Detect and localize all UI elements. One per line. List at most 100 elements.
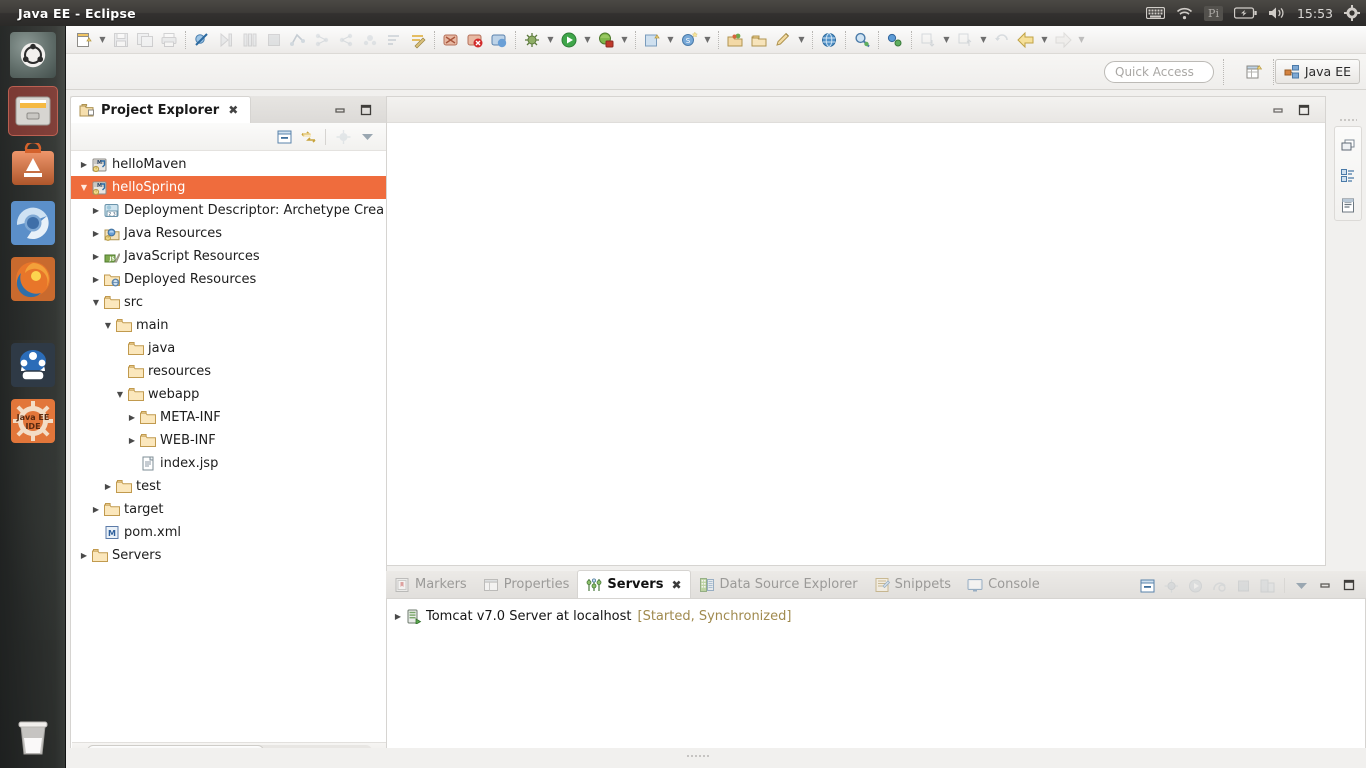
- tab-console[interactable]: Console: [959, 570, 1048, 598]
- twisty-collapsed-icon[interactable]: ▶: [89, 275, 103, 284]
- tree-item-servers[interactable]: ▶ Servers: [71, 544, 386, 567]
- last-edit-location-button[interactable]: [990, 28, 1014, 52]
- twisty-collapsed-icon[interactable]: ▶: [125, 436, 139, 445]
- rail-drag-handle[interactable]: [1339, 118, 1357, 123]
- open-perspective-button[interactable]: [1242, 61, 1266, 83]
- new-java-project-button[interactable]: [640, 28, 664, 52]
- quick-access-input[interactable]: Quick Access: [1104, 61, 1214, 83]
- debug-button[interactable]: [520, 28, 544, 52]
- tab-servers[interactable]: Servers ✖: [577, 570, 691, 598]
- tab-markers[interactable]: Markers: [386, 570, 475, 598]
- previous-annotation-dropdown[interactable]: ▼: [977, 28, 990, 52]
- project-tree[interactable]: ▶ M! helloMaven ▼ M! helloSpring ▶ 2.3 Deploymen…: [71, 151, 386, 731]
- launcher-item-software-center[interactable]: [8, 142, 58, 192]
- run-on-server-button[interactable]: [594, 28, 618, 52]
- close-icon[interactable]: ✖: [671, 578, 681, 592]
- prefs-button[interactable]: [406, 28, 430, 52]
- tree-item-resources[interactable]: resources: [71, 360, 386, 383]
- validate-warning-button[interactable]: [463, 28, 487, 52]
- twisty-collapsed-icon[interactable]: ▶: [125, 413, 139, 422]
- validate-error-button[interactable]: [439, 28, 463, 52]
- stop-server-icon[interactable]: [1233, 575, 1254, 596]
- new-wizard-button[interactable]: [72, 28, 96, 52]
- start-server-icon[interactable]: [1185, 575, 1206, 596]
- launcher-item-firefox[interactable]: [8, 254, 58, 304]
- new-spring-bean-dropdown[interactable]: ▼: [701, 28, 714, 52]
- next-annotation-dropdown[interactable]: ▼: [940, 28, 953, 52]
- tree-item-java-resources[interactable]: ▶! Java Resources: [71, 222, 386, 245]
- outline-view-icon[interactable]: [1338, 165, 1358, 185]
- tree-item-java[interactable]: java: [71, 337, 386, 360]
- debug-server-icon[interactable]: [1161, 575, 1182, 596]
- launcher-item-system-settings[interactable]: [8, 340, 58, 390]
- deploy-button[interactable]: [883, 28, 907, 52]
- perspective-javaee-button[interactable]: Java EE: [1274, 59, 1360, 84]
- print-button[interactable]: [157, 28, 181, 52]
- twisty-expanded-icon[interactable]: ▼: [89, 298, 103, 307]
- validate-ok-button[interactable]: [487, 28, 511, 52]
- wifi-icon[interactable]: [1176, 7, 1193, 20]
- tree-item-web-inf[interactable]: ▶ WEB-INF: [71, 429, 386, 452]
- view-menu-icon[interactable]: [356, 126, 378, 148]
- forward-history-button[interactable]: [1051, 28, 1075, 52]
- server-row[interactable]: ▶ Tomcat v7.0 Server at localhost [Started…: [387, 605, 1365, 627]
- twisty-collapsed-icon[interactable]: ▶: [89, 206, 103, 215]
- tree-item-pom-xml[interactable]: Mpom.xml: [71, 521, 386, 544]
- focus-on-active-task-icon[interactable]: [332, 126, 354, 148]
- open-web-browser-button[interactable]: [817, 28, 841, 52]
- search-button[interactable]: [850, 28, 874, 52]
- launcher-item-ubuntu-dash[interactable]: [8, 30, 58, 80]
- filter-button[interactable]: [358, 28, 382, 52]
- previous-annotation-button[interactable]: [953, 28, 977, 52]
- back-history-dropdown[interactable]: ▼: [1038, 28, 1051, 52]
- volume-icon[interactable]: [1268, 6, 1286, 20]
- launcher-item-chromium[interactable]: [8, 198, 58, 248]
- tree-item-hellomaven[interactable]: ▶ M! helloMaven: [71, 153, 386, 176]
- view-menu-icon[interactable]: [1291, 575, 1312, 596]
- next-annotation-button[interactable]: [916, 28, 940, 52]
- tree-item-target[interactable]: ▶ target: [71, 498, 386, 521]
- tab-snippets[interactable]: Snippets: [866, 570, 959, 598]
- profile-server-icon[interactable]: [1209, 575, 1230, 596]
- restore-editor-icon[interactable]: [1338, 135, 1358, 155]
- tree-item-deployment-descriptor-archetype-crea[interactable]: ▶ 2.3 Deployment Descriptor: Archetype Cre…: [71, 199, 386, 222]
- minimize-view-button[interactable]: [331, 101, 349, 119]
- twisty-collapsed-icon[interactable]: ▶: [101, 482, 115, 491]
- expand-all-button[interactable]: [334, 28, 358, 52]
- tab-project-explorer[interactable]: Project Explorer ✖: [70, 96, 251, 123]
- new-annotation-dropdown[interactable]: ▼: [795, 28, 808, 52]
- maximize-editor-button[interactable]: [1295, 101, 1313, 119]
- twisty-collapsed-icon[interactable]: ▶: [77, 160, 91, 169]
- collapse-all-button[interactable]: [310, 28, 334, 52]
- toggle-breakpoint-button[interactable]: [190, 28, 214, 52]
- debug-step-button[interactable]: [214, 28, 238, 52]
- servers-view-body[interactable]: ▶ Tomcat v7.0 Server at localhost [Started…: [386, 599, 1366, 761]
- sort-button[interactable]: [382, 28, 406, 52]
- run-dropdown[interactable]: ▼: [581, 28, 594, 52]
- twisty-expanded-icon[interactable]: ▼: [113, 390, 127, 399]
- tree-item-index-jsp[interactable]: index.jsp: [71, 452, 386, 475]
- battery-icon[interactable]: [1233, 7, 1257, 19]
- new-class-button[interactable]: [747, 28, 771, 52]
- maximize-view-button[interactable]: [1339, 575, 1360, 596]
- forward-history-dropdown[interactable]: ▼: [1075, 28, 1088, 52]
- save-button[interactable]: [109, 28, 133, 52]
- tab-properties[interactable]: Properties: [475, 570, 578, 598]
- run-button[interactable]: [557, 28, 581, 52]
- tab-data-source-explorer[interactable]: Data Source Explorer: [691, 570, 866, 598]
- tree-item-src[interactable]: ▼ src: [71, 291, 386, 314]
- twisty-expanded-icon[interactable]: ▼: [101, 321, 115, 330]
- collapse-all-icon[interactable]: [273, 126, 295, 148]
- minimize-editor-button[interactable]: [1269, 101, 1287, 119]
- tree-item-test[interactable]: ▶ test: [71, 475, 386, 498]
- tree-item-deployed-resources[interactable]: ▶ Deployed Resources: [71, 268, 386, 291]
- save-all-button[interactable]: [133, 28, 157, 52]
- editor-canvas[interactable]: [387, 123, 1325, 565]
- launcher-item-files[interactable]: [8, 86, 58, 136]
- maximize-view-button[interactable]: [357, 101, 375, 119]
- debug-dropdown[interactable]: ▼: [544, 28, 557, 52]
- collapse-all-icon[interactable]: [1137, 575, 1158, 596]
- new-wizard-dropdown[interactable]: ▼: [96, 28, 109, 52]
- twisty-collapsed-icon[interactable]: ▶: [77, 551, 91, 560]
- minimize-view-button[interactable]: [1315, 575, 1336, 596]
